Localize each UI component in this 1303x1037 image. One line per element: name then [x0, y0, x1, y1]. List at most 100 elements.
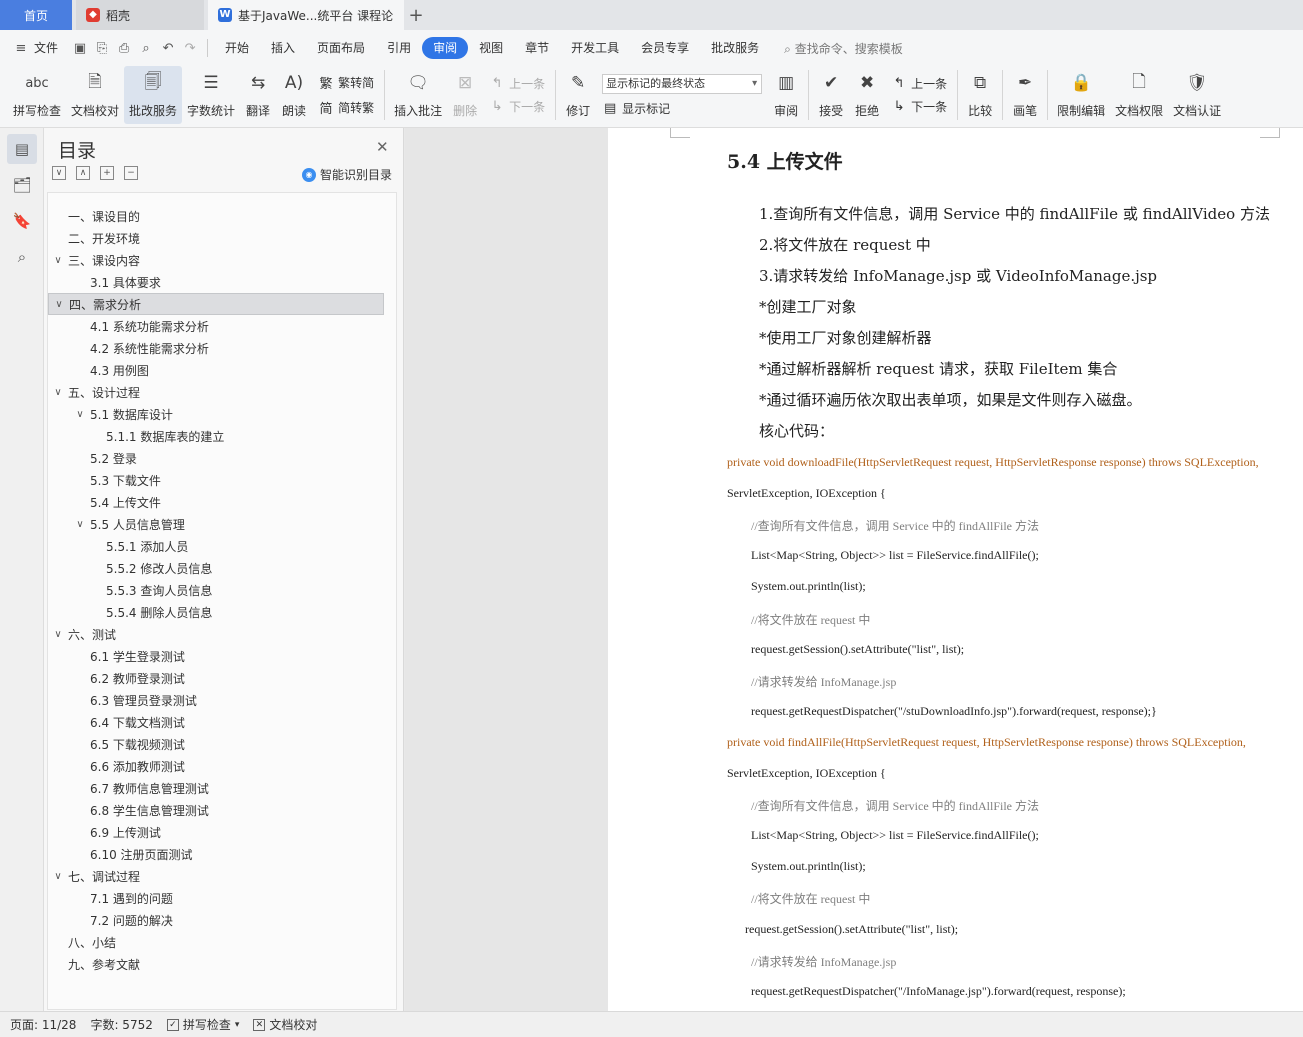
pen-button[interactable]: ✒ 画笔	[1007, 66, 1043, 124]
toc-item[interactable]: 6.8 学生信息管理测试	[48, 799, 384, 821]
save-icon[interactable]: ▣	[69, 37, 91, 59]
markup-state-select[interactable]: 显示标记的最终状态	[602, 73, 763, 94]
chevron-down-icon[interactable]: ∨	[53, 299, 65, 310]
search-icon[interactable]: ⌕	[7, 242, 37, 272]
chapter-nav-icon[interactable]: 🗂	[7, 170, 37, 200]
chevron-down-icon[interactable]: ∨	[52, 387, 64, 398]
accept-button[interactable]: ✔ 接受	[813, 66, 849, 124]
collapse-all-icon[interactable]: ∧	[76, 166, 90, 180]
toc-item[interactable]: 九、参考文献	[48, 953, 384, 975]
close-icon[interactable]: ✕	[376, 138, 389, 156]
toc-item[interactable]: 4.2 系统性能需求分析	[48, 337, 384, 359]
toc-item[interactable]: ∨ 六、测试	[48, 623, 384, 645]
toc-item[interactable]: 5.5.1 添加人员	[48, 535, 384, 557]
toc-item[interactable]: ∨ 5.1 数据库设计	[48, 403, 384, 425]
toc-item[interactable]: ∨ 五、设计过程	[48, 381, 384, 403]
status-spell-check[interactable]: ✓ 拼写检查 ▾	[166, 1016, 239, 1033]
simp-to-trad-button[interactable]: 简简转繁	[318, 98, 375, 117]
toc-item[interactable]: ∨ 5.5 人员信息管理	[48, 513, 384, 535]
chevron-down-icon[interactable]: ∨	[74, 409, 86, 420]
toc-item[interactable]: 3.1 具体要求	[48, 271, 384, 293]
print-icon[interactable]: ⎙	[113, 37, 135, 59]
export-pdf-icon[interactable]: ⎘	[91, 37, 113, 59]
prev-comment-button[interactable]: ↰ 上一条	[489, 75, 545, 92]
toc-item[interactable]: 4.1 系统功能需求分析	[48, 315, 384, 337]
toc-item[interactable]: 6.9 上传测试	[48, 821, 384, 843]
toc-item[interactable]: 7.1 遇到的问题	[48, 887, 384, 909]
toc-item[interactable]: 4.3 用例图	[48, 359, 384, 381]
spell-check-button[interactable]: abc 拼写检查	[8, 66, 66, 124]
track-changes-button[interactable]: ✎ 修订	[560, 66, 596, 124]
undo-icon[interactable]: ↶	[157, 37, 179, 59]
menu-chapter[interactable]: 章节	[514, 37, 560, 59]
chevron-down-icon[interactable]: ∨	[52, 255, 64, 266]
print-preview-icon[interactable]: ⌕	[135, 37, 157, 59]
hamburger-icon[interactable]: ≡	[10, 37, 32, 59]
toc-item[interactable]: 5.1.1 数据库表的建立	[48, 425, 384, 447]
toc-item[interactable]: 5.5.3 查询人员信息	[48, 579, 384, 601]
prev-change-button[interactable]: ↰ 上一条	[891, 75, 947, 92]
toc-item[interactable]: 二、开发环境	[48, 227, 384, 249]
toc-item[interactable]: 6.10 注册页面测试	[48, 843, 384, 865]
compare-button[interactable]: ⧉ 比较	[962, 66, 998, 124]
reject-button[interactable]: ✖ 拒绝	[849, 66, 885, 124]
restrict-edit-button[interactable]: 🔒 限制编辑	[1052, 66, 1110, 124]
read-aloud-button[interactable]: A) 朗读	[276, 66, 312, 124]
toc-item[interactable]: 八、小结	[48, 931, 384, 953]
show-markup-button[interactable]: ▤ 显示标记	[602, 100, 762, 117]
toc-item[interactable]: 6.4 下载文档测试	[48, 711, 384, 733]
status-doc-proof[interactable]: ✕ 文档校对	[253, 1016, 317, 1033]
menu-page-layout[interactable]: 页面布局	[306, 37, 376, 59]
chevron-down-icon[interactable]: ∨	[52, 871, 64, 882]
toc-item[interactable]: 6.7 教师信息管理测试	[48, 777, 384, 799]
toc-item[interactable]: 6.3 管理员登录测试	[48, 689, 384, 711]
review-service-button[interactable]: 🗐 批改服务	[124, 66, 183, 124]
doc-permission-button[interactable]: 🗋 文档权限	[1110, 66, 1168, 124]
document-page[interactable]	[608, 128, 1303, 1011]
tab-home[interactable]: 首页	[0, 0, 72, 30]
toc-panel-icon[interactable]: ▤	[7, 134, 37, 164]
word-count[interactable]: 字数: 5752	[90, 1016, 152, 1033]
word-count-button[interactable]: ☰ 字数统计	[182, 66, 240, 124]
delete-comment-button[interactable]: ⊠ 删除	[447, 66, 483, 124]
menu-references[interactable]: 引用	[376, 37, 422, 59]
doc-proof-button[interactable]: 🗎 文档校对	[66, 66, 124, 124]
menu-review[interactable]: 审阅	[422, 37, 469, 59]
doc-certify-button[interactable]: 🛡 文档认证	[1168, 66, 1226, 124]
next-comment-button[interactable]: ↳ 下一条	[489, 98, 545, 115]
trad-to-simp-button[interactable]: 繁繁转简	[318, 73, 375, 92]
toc-item[interactable]: 6.1 学生登录测试	[48, 645, 384, 667]
toc-item[interactable]: ∨ 四、需求分析	[48, 293, 384, 315]
menu-file[interactable]: 文件	[32, 37, 69, 59]
menu-insert[interactable]: 插入	[260, 37, 306, 59]
add-heading-icon[interactable]: +	[100, 166, 114, 180]
smart-toc-button[interactable]: ◉ 智能识别目录	[302, 166, 392, 183]
review-pane-button[interactable]: ▥ 审阅	[768, 66, 804, 124]
menu-correction[interactable]: 批改服务	[700, 37, 770, 59]
toc-item[interactable]: 5.3 下载文件	[48, 469, 384, 491]
chevron-down-icon[interactable]: ∨	[74, 519, 86, 530]
page-indicator[interactable]: 页面: 11/28	[10, 1016, 76, 1033]
menu-member[interactable]: 会员专享	[630, 37, 700, 59]
toc-item[interactable]: 6.2 教师登录测试	[48, 667, 384, 689]
insert-comment-button[interactable]: 🗨 插入批注	[389, 66, 447, 124]
remove-heading-icon[interactable]: −	[124, 166, 138, 180]
toc-item[interactable]: 6.5 下载视频测试	[48, 733, 384, 755]
toc-item[interactable]: 5.2 登录	[48, 447, 384, 469]
redo-icon[interactable]: ↷	[179, 37, 201, 59]
toc-item[interactable]: 5.5.2 修改人员信息	[48, 557, 384, 579]
toc-item[interactable]: 一、课设目的	[48, 205, 384, 227]
toc-item[interactable]: 6.6 添加教师测试	[48, 755, 384, 777]
toc-item[interactable]: 5.4 上传文件	[48, 491, 384, 513]
tab-document[interactable]: W 基于JavaWe...统平台 课程论	[208, 0, 404, 30]
toc-item[interactable]: ∨ 三、课设内容	[48, 249, 384, 271]
menu-view[interactable]: 视图	[468, 37, 514, 59]
tab-daoke[interactable]: ◆ 稻壳	[76, 0, 204, 30]
toc-item[interactable]: 5.5.4 删除人员信息	[48, 601, 384, 623]
command-search[interactable]: ⌕ 查找命令、搜索模板	[784, 40, 903, 57]
expand-all-icon[interactable]: ∨	[52, 166, 66, 180]
new-tab-button[interactable]: +	[404, 0, 428, 30]
menu-developer[interactable]: 开发工具	[560, 37, 630, 59]
chevron-down-icon[interactable]: ∨	[52, 629, 64, 640]
bookmark-icon[interactable]: 🔖	[7, 206, 37, 236]
